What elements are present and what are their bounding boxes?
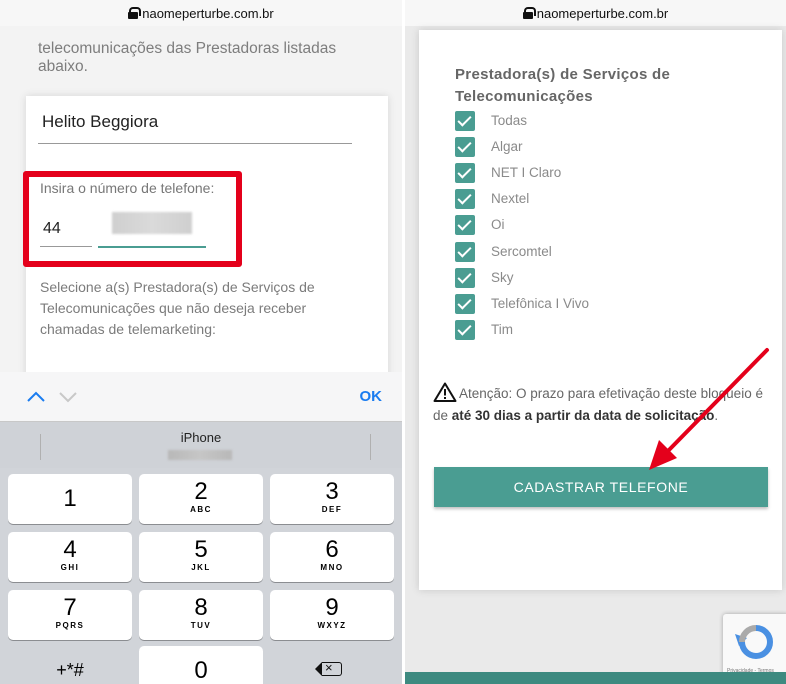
key-0[interactable]: 0 [139,646,263,684]
numeric-keyboard: OK iPhone 1 2 ABC 3 DEF 4 GHI 5 JKL 6 MN… [0,372,402,684]
suggestion-blur [168,450,232,460]
highlight-box [23,171,242,267]
key-1[interactable]: 1 [8,474,132,524]
lock-icon [128,7,142,19]
url-bar[interactable]: naomeperturbe.com.br [0,0,402,26]
recaptcha-icon [735,625,773,659]
key-2[interactable]: 2 ABC [139,474,263,524]
key-4[interactable]: 4 GHI [8,532,132,582]
url-text: naomeperturbe.com.br [142,5,274,21]
recaptcha-badge[interactable]: Privacidade - Termos [723,614,786,678]
red-arrow-annotation [649,348,769,470]
right-phone-screen: naomeperturbe.com.br Prestadora(s) de Se… [405,0,786,684]
keyboard-toolbar: OK [0,372,402,422]
backspace-icon [315,660,342,676]
key-7[interactable]: 7 PQRS [8,590,132,640]
key-3[interactable]: 3 DEF [270,474,394,524]
key-6[interactable]: 6 MNO [270,532,394,582]
key-symbols[interactable]: +*# [8,646,132,684]
key-8[interactable]: 8 TUV [139,590,263,640]
chevron-down-icon[interactable] [58,384,78,410]
footer-bar [405,672,786,684]
select-providers-text: Selecione a(s) Prestadora(s) de Serviços… [40,279,315,337]
backspace-key[interactable] [270,646,394,684]
intro-text: telecomunicações das Prestadoras listada… [38,40,337,75]
name-field[interactable]: Helito Beggiora [42,112,158,132]
name-field-underline [38,143,352,144]
suggestion-word[interactable]: iPhone [0,430,402,445]
key-5[interactable]: 5 JKL [139,532,263,582]
key-9[interactable]: 9 WXYZ [270,590,394,640]
suggestion-bar: iPhone [0,422,402,468]
chevron-up-icon[interactable] [26,384,46,410]
left-phone-screen: naomeperturbe.com.br telecomunicações da… [0,0,402,684]
ok-button[interactable]: OK [360,388,383,405]
